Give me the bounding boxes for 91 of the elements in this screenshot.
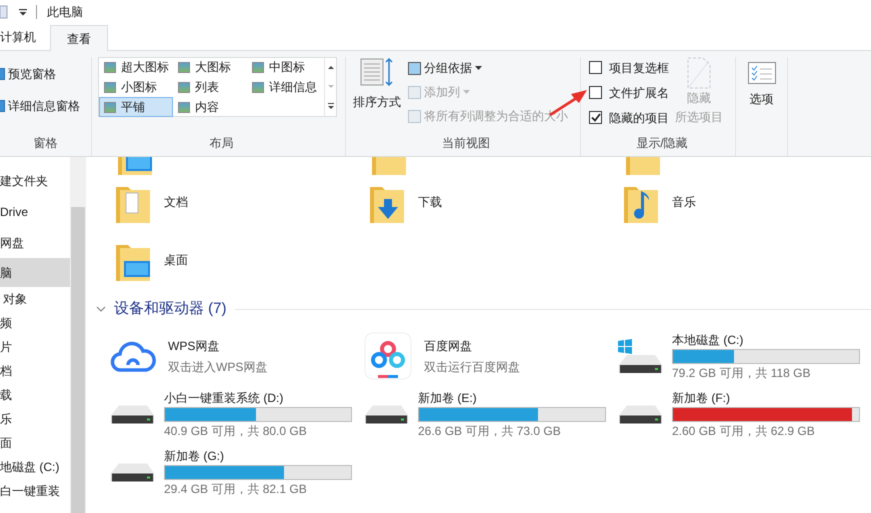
command-icon: [408, 62, 421, 74]
nav-item[interactable]: 建文件夹: [0, 165, 70, 196]
nav-item[interactable]: 载: [0, 383, 70, 407]
folder-item[interactable]: 下载: [368, 181, 622, 227]
device-item[interactable]: WPS网盘 双击进入WPS网盘: [110, 327, 364, 385]
free-space-text: 2.60 GB 可用，共 62.9 GB: [672, 422, 816, 440]
device-description: 双击进入WPS网盘: [168, 358, 268, 376]
dropdown-icon[interactable]: [18, 7, 28, 17]
group-label: 当前视图: [442, 135, 490, 152]
view-icon: [252, 82, 264, 92]
view-icon: [178, 62, 190, 72]
command-icon: [408, 86, 421, 98]
window-title: 此电脑: [47, 4, 83, 21]
device-name: 百度网盘: [424, 338, 473, 354]
caret-icon: [463, 90, 470, 94]
section-header[interactable]: 设备和驱动器 (7): [114, 298, 226, 320]
device-name: 新加卷 (G:): [164, 448, 225, 464]
cloud-icon: [110, 339, 156, 373]
sort-icon: [359, 57, 395, 89]
options-button[interactable]: 选项: [748, 62, 776, 108]
device-description: 双击运行百度网盘: [424, 358, 520, 376]
view-icon: [252, 62, 264, 72]
device-name: 小白一键重装系统 (D:): [164, 390, 284, 406]
view-command[interactable]: 分组依据: [408, 57, 568, 79]
device-item[interactable]: 百度网盘 双击运行百度网盘: [364, 327, 618, 385]
nav-item[interactable]: 脑: [0, 258, 70, 287]
group-label: 窗格: [34, 135, 58, 152]
pane-icon: [0, 68, 5, 80]
layout-option[interactable]: 小图标: [99, 77, 173, 97]
device-item[interactable]: 新加卷 (E:) 26.6 GB 可用，共 73.0 GB: [364, 385, 618, 443]
device-item[interactable]: 新加卷 (F:) 2.60 GB 可用，共 62.9 GB: [618, 385, 871, 443]
free-space-text: 79.2 GB 可用，共 118 GB: [672, 364, 812, 382]
checkbox[interactable]: [589, 61, 602, 74]
nav-item[interactable]: 对象: [0, 287, 70, 311]
view-icon: [104, 62, 116, 72]
layout-option[interactable]: 中图标: [247, 57, 323, 77]
free-space-text: 26.6 GB 可用，共 73.0 GB: [418, 422, 562, 440]
device-item[interactable]: 新加卷 (G:) 29.4 GB 可用，共 82.1 GB: [110, 443, 364, 501]
document-icon: [687, 57, 711, 89]
device-item[interactable]: 本地磁盘 (C:) 79.2 GB 可用，共 118 GB: [618, 327, 871, 385]
checklist-icon: [748, 62, 776, 84]
layout-option[interactable]: 内容: [173, 97, 247, 117]
sort-button[interactable]: 排序方式: [352, 57, 402, 134]
nav-item[interactable]: 频: [0, 311, 70, 335]
layout-option[interactable]: 列表: [173, 77, 247, 97]
checkbox-option[interactable]: 项目复选框: [589, 58, 669, 77]
nav-item[interactable]: 网盘: [0, 227, 70, 258]
view-icon: [178, 102, 190, 112]
view-icon: [178, 82, 190, 92]
device-name: 新加卷 (F:): [672, 390, 731, 406]
free-space-text: 29.4 GB 可用，共 82.1 GB: [164, 480, 308, 498]
view-icon: [104, 102, 116, 112]
folder-icon: [0, 5, 8, 19]
scroll-arrow-icon[interactable]: [326, 102, 334, 110]
folder-item[interactable]: 音乐: [622, 181, 871, 227]
ribbon-tab[interactable]: 计算机: [0, 24, 50, 50]
nav-item[interactable]: 片: [0, 335, 70, 359]
checkbox[interactable]: [589, 111, 602, 124]
view-icon: [104, 82, 116, 92]
layout-option[interactable]: 超大图标: [99, 57, 173, 77]
nav-item[interactable]: 档: [0, 359, 70, 383]
scroll-arrow-icon[interactable]: [326, 64, 334, 72]
folder-item[interactable]: 桌面: [114, 239, 368, 285]
pane-icon: [0, 100, 5, 112]
checkbox[interactable]: [589, 86, 602, 99]
layout-option[interactable]: 平铺: [99, 97, 173, 117]
cloud-app-icon: [364, 332, 412, 380]
folder-item[interactable]: 文档: [114, 181, 368, 227]
nav-item[interactable]: 乐: [0, 407, 70, 431]
command-icon: [408, 110, 421, 122]
chevron-icon[interactable]: [96, 306, 106, 312]
device-name: 本地磁盘 (C:): [672, 332, 744, 348]
device-item[interactable]: 小白一键重装系统 (D:) 40.9 GB 可用，共 80.0 GB: [110, 385, 364, 443]
checkbox-option[interactable]: 文件扩展名: [589, 83, 669, 102]
layout-option[interactable]: 大图标: [173, 57, 247, 77]
nav-item[interactable]: 地磁盘 (C:): [0, 455, 70, 479]
checkbox-option[interactable]: 隐藏的项目: [589, 108, 669, 127]
ribbon-tab[interactable]: 查看: [50, 25, 108, 51]
nav-item[interactable]: 面: [0, 431, 70, 455]
device-name: 新加卷 (E:): [418, 390, 478, 406]
group-label: 显示/隐藏: [636, 135, 688, 152]
pane-button[interactable]: 预览窗格: [0, 65, 80, 83]
group-label: 布局: [210, 135, 234, 152]
layout-option[interactable]: 详细信息: [247, 77, 323, 97]
nav-item[interactable]: Drive: [0, 196, 70, 227]
free-space-text: 40.9 GB 可用，共 80.0 GB: [164, 422, 308, 440]
nav-item[interactable]: 白一键重装: [0, 479, 70, 503]
scrollbar[interactable]: [70, 157, 86, 513]
device-name: WPS网盘: [168, 338, 220, 354]
pane-button[interactable]: 详细信息窗格: [0, 97, 80, 115]
caret-icon: [475, 66, 482, 70]
